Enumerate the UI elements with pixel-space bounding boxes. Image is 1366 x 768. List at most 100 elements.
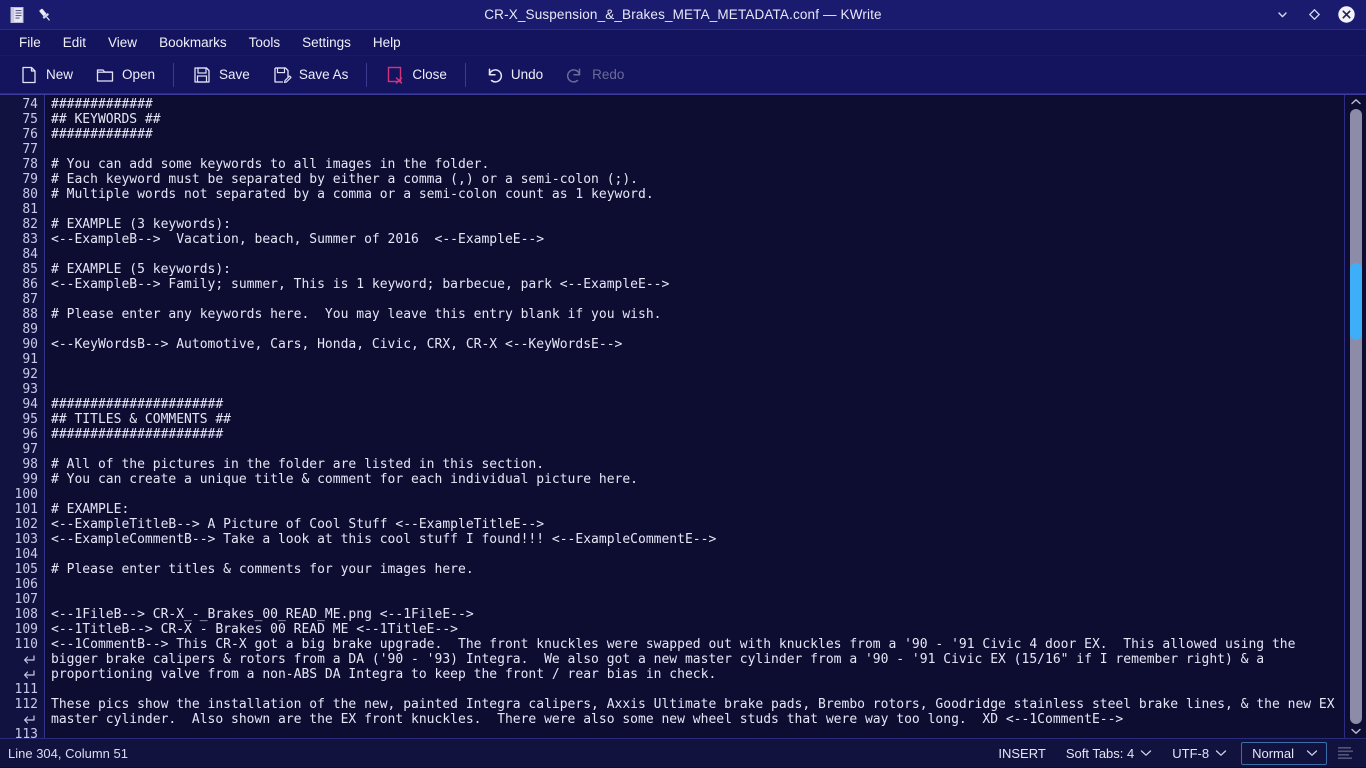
scrollbar-up-arrow-icon[interactable] bbox=[1345, 95, 1366, 109]
line-number: 94 bbox=[22, 397, 38, 412]
open-button-label: Open bbox=[122, 67, 156, 82]
menu-bar: File Edit View Bookmarks Tools Settings … bbox=[0, 30, 1366, 56]
pin-icon[interactable] bbox=[36, 6, 54, 24]
tab-mode-selector[interactable]: Soft Tabs: 4 bbox=[1056, 743, 1162, 764]
line-number: 82 bbox=[22, 217, 38, 232]
window-title: CR-X_Suspension_&_Brakes_META_METADATA.c… bbox=[484, 7, 882, 22]
save-button-label: Save bbox=[219, 67, 250, 82]
line-number: 85 bbox=[22, 262, 38, 277]
line-number: 90 bbox=[22, 337, 38, 352]
line-number: 97 bbox=[22, 442, 38, 457]
code-text-area[interactable]: ############# ## KEYWORDS ## #############… bbox=[45, 95, 1344, 738]
line-number: 102 bbox=[14, 517, 38, 532]
code-line: <--ExampleTitleB--> A Picture of Cool St… bbox=[51, 517, 545, 532]
undo-button[interactable]: Undo bbox=[473, 61, 554, 89]
encoding-label: UTF-8 bbox=[1172, 745, 1210, 761]
line-number: 75 bbox=[22, 112, 38, 127]
scrollbar-thumb[interactable] bbox=[1350, 262, 1362, 340]
line-number: 78 bbox=[22, 157, 38, 172]
toolbar: New Open Save Save As Close Undo Redo bbox=[0, 56, 1366, 94]
line-number: 83 bbox=[22, 232, 38, 247]
line-number: 106 bbox=[14, 577, 38, 592]
line-number: 79 bbox=[22, 172, 38, 187]
line-number: 101 bbox=[14, 502, 38, 517]
line-number: 109 bbox=[14, 622, 38, 637]
tab-mode-label: Soft Tabs: 4 bbox=[1065, 745, 1135, 761]
menu-item-tools[interactable]: Tools bbox=[238, 32, 292, 53]
line-number: 86 bbox=[22, 277, 38, 292]
close-document-button[interactable]: Close bbox=[374, 61, 458, 89]
code-line: <--1TitleB--> CR-X - Brakes 00 READ ME <… bbox=[51, 622, 458, 637]
close-document-icon bbox=[385, 65, 405, 85]
code-line: # Please enter any keywords here. You ma… bbox=[51, 307, 662, 322]
text-lines-icon[interactable] bbox=[1327, 743, 1360, 763]
scrollbar-track[interactable] bbox=[1350, 109, 1362, 724]
line-number: 81 bbox=[22, 202, 38, 217]
menu-item-view[interactable]: View bbox=[97, 32, 148, 53]
code-line: # Multiple words not separated by a comm… bbox=[51, 187, 654, 202]
encoding-selector[interactable]: UTF-8 bbox=[1162, 743, 1237, 764]
document-icon[interactable] bbox=[8, 6, 26, 24]
folder-open-icon bbox=[95, 65, 115, 85]
diamond-icon[interactable] bbox=[1305, 5, 1324, 24]
toolbar-divider-3 bbox=[464, 62, 466, 87]
line-number: 99 bbox=[22, 472, 38, 487]
menu-item-file[interactable]: File bbox=[8, 32, 52, 53]
vertical-scrollbar[interactable] bbox=[1344, 95, 1366, 738]
line-number: 88 bbox=[22, 307, 38, 322]
line-number: 112 bbox=[14, 697, 38, 712]
line-number: 91 bbox=[22, 352, 38, 367]
line-number: 96 bbox=[22, 427, 38, 442]
highlight-mode-selector[interactable]: Normal bbox=[1241, 741, 1327, 765]
code-line: <--ExampleB--> Vacation, beach, Summer o… bbox=[51, 232, 545, 247]
title-bar: CR-X_Suspension_&_Brakes_META_METADATA.c… bbox=[0, 0, 1366, 30]
code-line: ###################### bbox=[51, 427, 224, 442]
open-button[interactable]: Open bbox=[84, 61, 166, 89]
insert-mode-indicator[interactable]: INSERT bbox=[988, 743, 1055, 764]
line-number: 108 bbox=[14, 607, 38, 622]
close-button-label: Close bbox=[412, 67, 447, 82]
code-line: <--1FileB--> CR-X_-_Brakes_00_READ_ME.pn… bbox=[51, 607, 474, 622]
line-number: 84 bbox=[22, 247, 38, 262]
line-number: 95 bbox=[22, 412, 38, 427]
scrollbar-down-arrow-icon[interactable] bbox=[1345, 724, 1366, 738]
close-circle-icon[interactable] bbox=[1337, 5, 1356, 24]
status-bar-right-group: INSERT Soft Tabs: 4 UTF-8 Normal bbox=[988, 741, 1360, 765]
code-line: # You can add some keywords to all image… bbox=[51, 157, 490, 172]
code-line: ###################### bbox=[51, 397, 224, 412]
code-line: <--1CommentB--> This CR-X got a big brak… bbox=[51, 637, 1296, 652]
menu-item-help[interactable]: Help bbox=[362, 32, 412, 53]
word-wrap-marker-icon bbox=[0, 712, 44, 727]
code-line: <--KeyWordsB--> Automotive, Cars, Honda,… bbox=[51, 337, 623, 352]
chevron-down-icon bbox=[1215, 750, 1227, 756]
line-number: 74 bbox=[22, 97, 38, 112]
save-as-button-label: Save As bbox=[298, 67, 349, 82]
save-button[interactable]: Save bbox=[181, 61, 261, 89]
line-number: 80 bbox=[22, 187, 38, 202]
floppy-save-as-icon bbox=[272, 65, 292, 85]
chevron-down-icon[interactable] bbox=[1273, 5, 1292, 24]
code-line-wrapped: master cylinder. Also shown are the EX f… bbox=[51, 712, 1124, 727]
undo-button-label: Undo bbox=[510, 67, 544, 82]
code-line: # EXAMPLE: bbox=[51, 502, 130, 517]
titlebar-left-icons bbox=[0, 6, 54, 24]
window-controls bbox=[1273, 5, 1366, 24]
redo-arrow-icon bbox=[565, 65, 585, 85]
chevron-down-icon bbox=[1141, 750, 1152, 756]
code-line-wrapped: bigger brake calipers & rotors from a DA… bbox=[51, 652, 1265, 667]
redo-button[interactable]: Redo bbox=[554, 61, 635, 89]
menu-item-bookmarks[interactable]: Bookmarks bbox=[148, 32, 238, 53]
save-as-button[interactable]: Save As bbox=[261, 61, 360, 89]
menu-item-edit[interactable]: Edit bbox=[52, 32, 97, 53]
menu-item-settings[interactable]: Settings bbox=[291, 32, 362, 53]
line-number: 87 bbox=[22, 292, 38, 307]
new-button[interactable]: New bbox=[8, 61, 84, 89]
